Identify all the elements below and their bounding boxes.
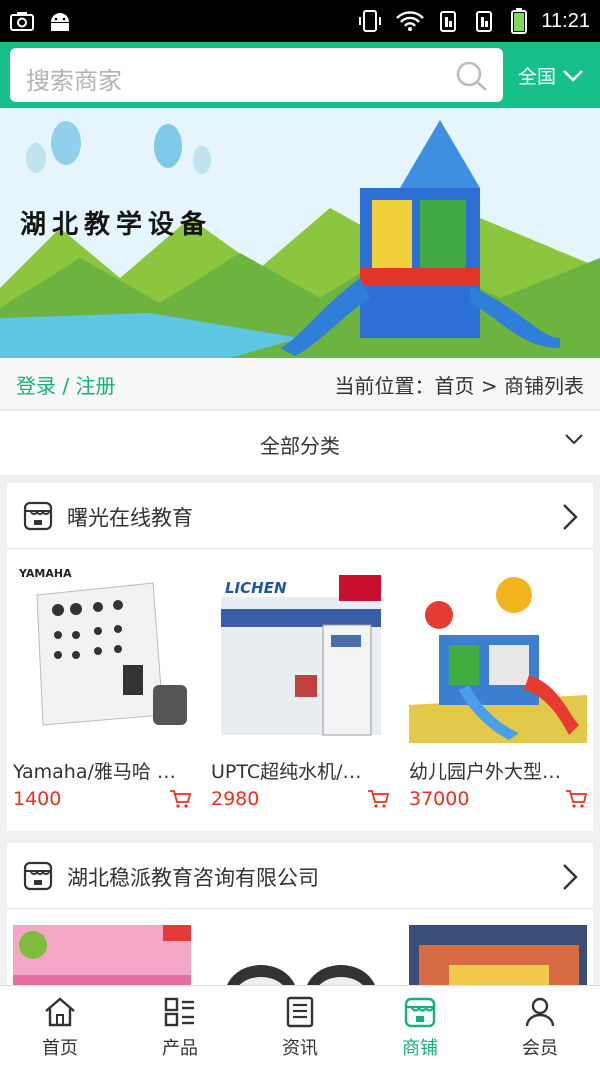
banner[interactable]: 湖北教学设备 (0, 108, 600, 358)
news-icon (286, 996, 314, 1028)
banner-title: 湖北教学设备 (20, 210, 213, 240)
product-card[interactable] (13, 925, 191, 985)
tab-member-label: 会员 (522, 1038, 558, 1059)
tab-home-label: 首页 (42, 1038, 78, 1059)
shop-header[interactable]: 湖北稳派教育咨询有限公司 (7, 843, 593, 909)
category-dropdown[interactable]: 全部分类 (0, 411, 600, 475)
product-image: YAMAHA (13, 565, 191, 743)
shop-card: 湖北稳派教育咨询有限公司 (7, 843, 593, 985)
play-area-image (13, 925, 191, 985)
tab-products[interactable]: 产品 (120, 986, 240, 1067)
login-link[interactable]: 登录 (16, 374, 56, 398)
cart-icon[interactable] (169, 789, 191, 809)
user-bar: 登录 / 注册 当前位置：首页 > 商铺列表 (0, 358, 600, 410)
status-time: 11:21 (541, 9, 590, 32)
shop-card: 曙光在线教育 YAMAHA Yamaha/雅马哈 … 1400 LICHEN U… (7, 483, 593, 831)
login-register: 登录 / 注册 (16, 370, 115, 399)
signal-icon-2 (476, 11, 493, 32)
tab-news-label: 资讯 (282, 1038, 318, 1059)
product-image (409, 925, 587, 985)
product-price: 1400 (13, 788, 62, 810)
chevron-down-icon (565, 434, 583, 445)
cart-icon[interactable] (367, 789, 389, 809)
product-price: 2980 (211, 788, 260, 810)
product-image (211, 925, 389, 985)
tab-member[interactable]: 会员 (480, 986, 600, 1067)
search-input[interactable]: 搜索商家 (10, 48, 503, 102)
chevron-right-icon (563, 864, 578, 890)
battery-icon (511, 8, 528, 34)
product-image (13, 925, 191, 985)
tab-home[interactable]: 首页 (0, 986, 120, 1067)
region-label: 全国 (518, 66, 557, 88)
search-icon[interactable] (455, 60, 489, 92)
product-card[interactable] (409, 925, 587, 985)
playground-indoor-image (409, 925, 587, 985)
tab-products-label: 产品 (162, 1038, 198, 1059)
cart-icon[interactable] (565, 789, 587, 809)
register-link[interactable]: 注册 (75, 374, 115, 398)
product-brand-text: YAMAHA (19, 567, 72, 580)
shop-name: 曙光在线教育 (67, 506, 193, 530)
grid-icon (164, 997, 194, 1027)
wifi-icon (396, 11, 425, 31)
product-price: 37000 (409, 788, 470, 810)
product-card[interactable] (211, 925, 389, 985)
product-card[interactable]: LICHEN UPTC超纯水机/… 2980 (211, 565, 389, 810)
login-separator: / (56, 374, 76, 398)
product-name: UPTC超纯水机/… (211, 761, 362, 783)
android-icon (51, 13, 69, 31)
region-selector[interactable]: 全国 (518, 62, 584, 89)
shop-name: 湖北稳派教育咨询有限公司 (67, 866, 319, 890)
tab-news[interactable]: 资讯 (240, 986, 360, 1067)
vibrate-icon (359, 10, 382, 32)
product-name: Yamaha/雅马哈 … (13, 761, 176, 783)
playground-image (409, 565, 587, 743)
home-icon (45, 997, 75, 1027)
chevron-down-icon (563, 69, 583, 82)
signal-icon (440, 11, 457, 32)
product-name: 幼儿园户外大型… (409, 761, 562, 783)
search-placeholder: 搜索商家 (26, 67, 122, 95)
product-image (409, 565, 587, 743)
tab-shops-label: 商铺 (402, 1038, 438, 1059)
category-label: 全部分类 (260, 434, 340, 458)
mixer-image (13, 565, 191, 743)
store-icon (23, 501, 53, 531)
user-icon (525, 997, 555, 1027)
search-bar: 搜索商家 全国 (0, 42, 600, 108)
product-card[interactable]: YAMAHA Yamaha/雅马哈 … 1400 (13, 565, 191, 810)
camera-product-image (211, 925, 389, 985)
product-image: LICHEN (211, 565, 389, 743)
camera-icon (10, 12, 34, 31)
shop-icon (404, 997, 436, 1028)
product-list: YAMAHA Yamaha/雅马哈 … 1400 LICHEN UPTC超纯水机… (7, 549, 593, 810)
breadcrumb: 当前位置：首页 > 商铺列表 (334, 374, 584, 398)
product-brand-text: LICHEN (225, 579, 287, 597)
product-list (7, 909, 593, 985)
product-card[interactable]: 幼儿园户外大型… 37000 (409, 565, 587, 810)
bottom-tab-bar: 首页 产品 资讯 商铺 会员 (0, 985, 600, 1067)
store-icon (23, 861, 53, 891)
status-bar: 11:21 (0, 0, 600, 42)
chevron-right-icon (563, 504, 578, 530)
shop-header[interactable]: 曙光在线教育 (7, 483, 593, 549)
tab-shops[interactable]: 商铺 (360, 986, 480, 1067)
